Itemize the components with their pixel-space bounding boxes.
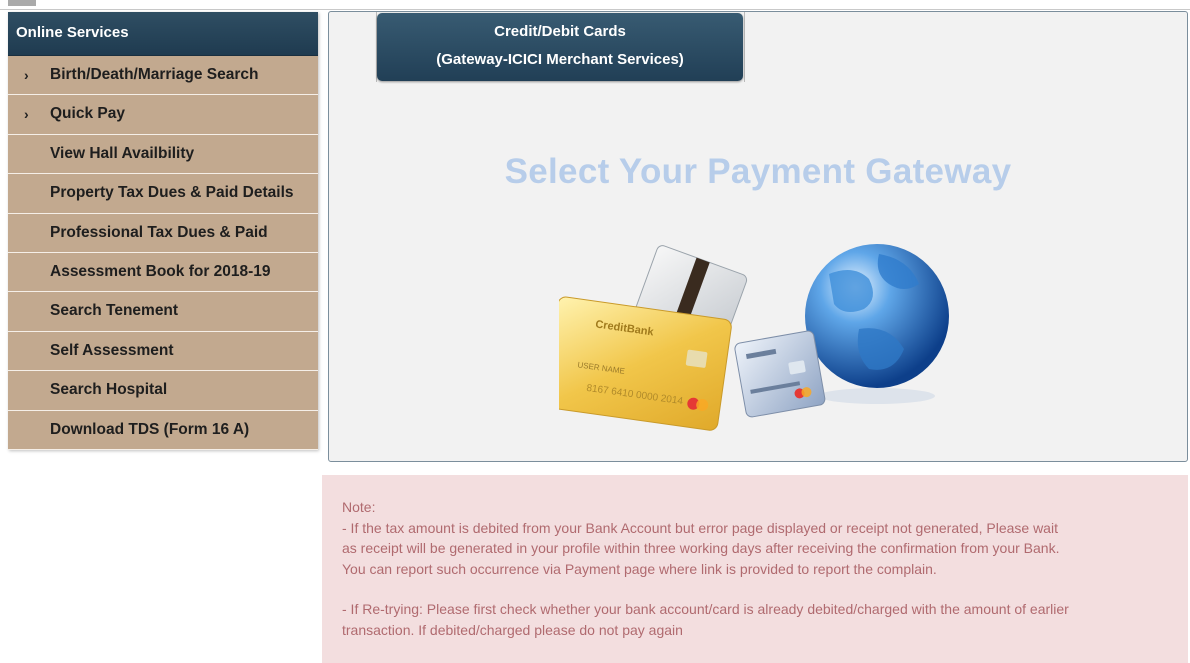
sidebar-item-label: Search Tenement — [50, 302, 179, 320]
chevron-right-icon: › — [24, 106, 29, 123]
gateway-tab-subtitle: (Gateway-ICICI Merchant Services) — [436, 51, 684, 68]
blue-card-icon — [734, 330, 826, 418]
page-heading: Select Your Payment Gateway — [504, 152, 1012, 191]
sidebar-item-label: Quick Pay — [50, 105, 125, 123]
sidebar-item-label: View Hall Availbility — [50, 144, 195, 162]
tab-divider-right — [744, 12, 745, 82]
note-paragraph-2-line-1: - If Re-trying: Please first check wheth… — [342, 601, 1069, 617]
top-divider — [0, 9, 1190, 10]
chevron-right-icon: › — [24, 67, 29, 83]
sidebar-item-label: Download TDS (Form 16 A) — [50, 420, 250, 438]
sidebar-item-label: Assessment Book for 2018-19 — [50, 262, 271, 280]
sidebar-item-view-hall-availbility[interactable]: View Hall Availbility — [8, 134, 318, 175]
gateway-tab-title: Credit/Debit Cards — [494, 23, 626, 40]
note-paragraph-1-line-3: You can report such occurrence via Payme… — [342, 560, 937, 577]
note-title: Note: — [342, 499, 376, 515]
gold-card-icon: CreditBank USER NAME 8167 6410 0000 2014 — [559, 296, 732, 431]
credit-debit-cards-gateway-button[interactable]: Credit/Debit Cards (Gateway-ICICI Mercha… — [377, 13, 743, 81]
note-paragraph-1-line-2: as receipt will be generated in your pro… — [342, 540, 1060, 556]
note-spacer — [342, 579, 1188, 599]
sidebar-menu: › Birth/Death/Marriage Search › Quick Pay Vi… — [8, 56, 318, 450]
sidebar-item-self-assessment[interactable]: Self Assessment — [8, 331, 318, 372]
globe-icon — [805, 244, 949, 404]
online-services-sidebar: Online Services › Birth/Death/Marriage Se… — [8, 12, 318, 450]
sidebar-item-quick-pay[interactable]: › Quick Pay — [8, 95, 318, 135]
sidebar-item-professional-tax-dues-paid[interactable]: Professional Tax Dues & Paid — [8, 213, 318, 253]
note-paragraph-2-line-2: transaction. If debited/charged please d… — [342, 621, 683, 638]
payment-gateway-panel: Credit/Debit Cards (Gateway-ICICI Mercha… — [328, 11, 1188, 462]
sidebar-item-assessment-book-for-2018-19[interactable]: Assessment Book for 2018-19 — [8, 252, 318, 293]
sidebar-item-birth-death-marriage-search[interactable]: › Birth/Death/Marriage Search — [8, 56, 318, 96]
top-header-fragment — [8, 0, 36, 6]
payment-cards-globe-illustration: CreditBank USER NAME 8167 6410 0000 2014 — [559, 244, 949, 431]
sidebar-item-label: Birth/Death/Marriage Search — [50, 66, 259, 83]
sidebar-title: Online Services — [8, 12, 318, 56]
sidebar-item-search-tenement[interactable]: Search Tenement — [8, 292, 318, 332]
sidebar-item-download-tds-form-16-a[interactable]: Download TDS (Form 16 A) — [8, 410, 318, 450]
sidebar-item-property-tax-dues-paid-details[interactable]: Property Tax Dues & Paid Details — [8, 174, 318, 214]
payment-note: Note: - If the tax amount is debited fro… — [322, 475, 1188, 663]
sidebar-item-label: Property Tax Dues & Paid Details — [50, 184, 294, 202]
note-paragraph-1-line-1: - If the tax amount is debited from your… — [342, 519, 1058, 536]
sidebar-item-label: Self Assessment — [50, 341, 174, 359]
sidebar-item-label: Search Hospital — [50, 381, 168, 399]
sidebar-item-search-hospital[interactable]: Search Hospital — [8, 371, 318, 411]
sidebar-item-label: Professional Tax Dues & Paid — [50, 223, 268, 241]
